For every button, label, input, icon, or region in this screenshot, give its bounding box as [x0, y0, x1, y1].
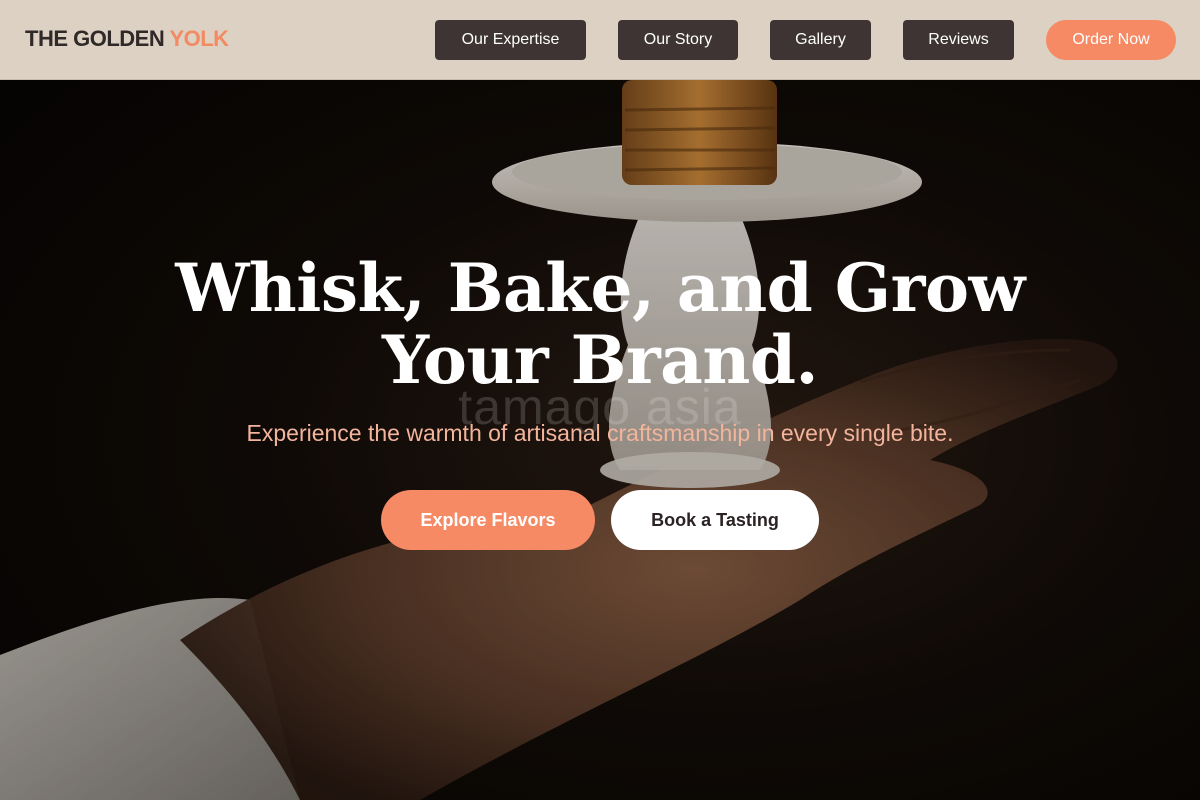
- nav-reviews[interactable]: Reviews: [903, 20, 1014, 60]
- hero-headline-line-1: Whisk, Bake, and Grow: [175, 249, 1025, 327]
- nav-our-expertise[interactable]: Our Expertise: [435, 20, 586, 60]
- hero-subheadline: Experience the warmth of artisanal craft…: [246, 420, 954, 446]
- nav-our-story[interactable]: Our Story: [618, 20, 738, 60]
- brand-name: THE GOLDEN: [25, 26, 165, 51]
- explore-flavors-button[interactable]: Explore Flavors: [381, 490, 595, 550]
- brand-logo[interactable]: THE GOLDEN YOLK: [25, 26, 229, 52]
- order-now-button[interactable]: Order Now: [1046, 20, 1176, 60]
- book-tasting-button[interactable]: Book a Tasting: [611, 490, 819, 550]
- brand-accent: YOLK: [169, 26, 229, 51]
- nav-gallery[interactable]: Gallery: [770, 20, 871, 60]
- site-header: THE GOLDEN YOLK Our Expertise Our Story …: [0, 0, 1200, 80]
- hero-headline: Whisk, Bake, and Grow Your Brand.: [100, 252, 1100, 396]
